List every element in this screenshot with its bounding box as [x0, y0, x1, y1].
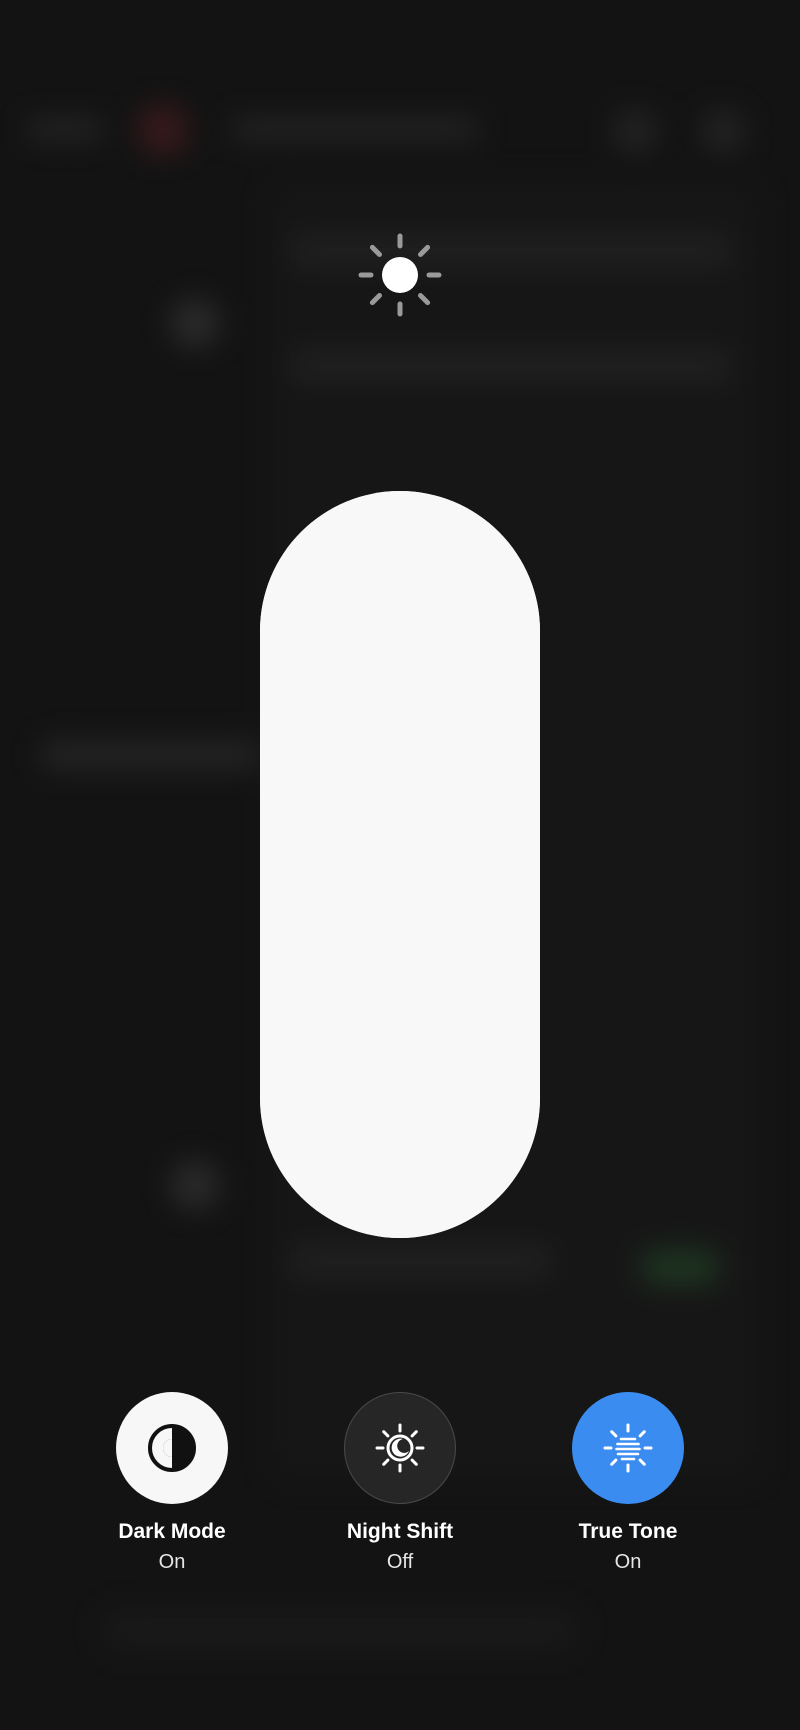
dark-mode-control[interactable]: Dark Mode On [87, 1392, 257, 1574]
bg-status-item [25, 118, 105, 140]
night-shift-control[interactable]: Night Shift Off [315, 1392, 485, 1574]
true-tone-icon [603, 1423, 653, 1473]
true-tone-label: True Tone [578, 1520, 678, 1543]
control-center-brightness-screen: Dark Mode On Night Shift Off True Tone O… [0, 0, 800, 1730]
night-shift-icon [375, 1423, 425, 1473]
bg-bottom-bar [100, 1610, 580, 1650]
dark-mode-button[interactable] [116, 1392, 228, 1504]
bg-row [290, 240, 730, 262]
true-tone-button[interactable] [572, 1392, 684, 1504]
dark-mode-label: Dark Mode [118, 1520, 226, 1543]
brightness-slider[interactable] [260, 491, 540, 1238]
bg-avatar [170, 298, 220, 348]
bg-row [290, 1250, 550, 1272]
bg-icon [612, 108, 658, 154]
brightness-slider-fill [260, 491, 540, 1238]
bg-row [290, 355, 730, 377]
bg-title [230, 118, 480, 140]
night-shift-button[interactable] [344, 1392, 456, 1504]
night-shift-state: Off [386, 1551, 414, 1573]
true-tone-control[interactable]: True Tone On [543, 1392, 713, 1574]
bg-toggle [640, 1250, 720, 1284]
bg-avatar [170, 1160, 220, 1210]
true-tone-state: On [614, 1551, 642, 1573]
bg-icon [700, 108, 746, 154]
night-shift-label: Night Shift [346, 1520, 454, 1543]
bg-app-icon [138, 105, 188, 155]
dark-mode-icon [148, 1424, 196, 1472]
dark-mode-state: On [158, 1551, 186, 1573]
bg-row [40, 740, 260, 770]
sun-icon [358, 233, 442, 317]
